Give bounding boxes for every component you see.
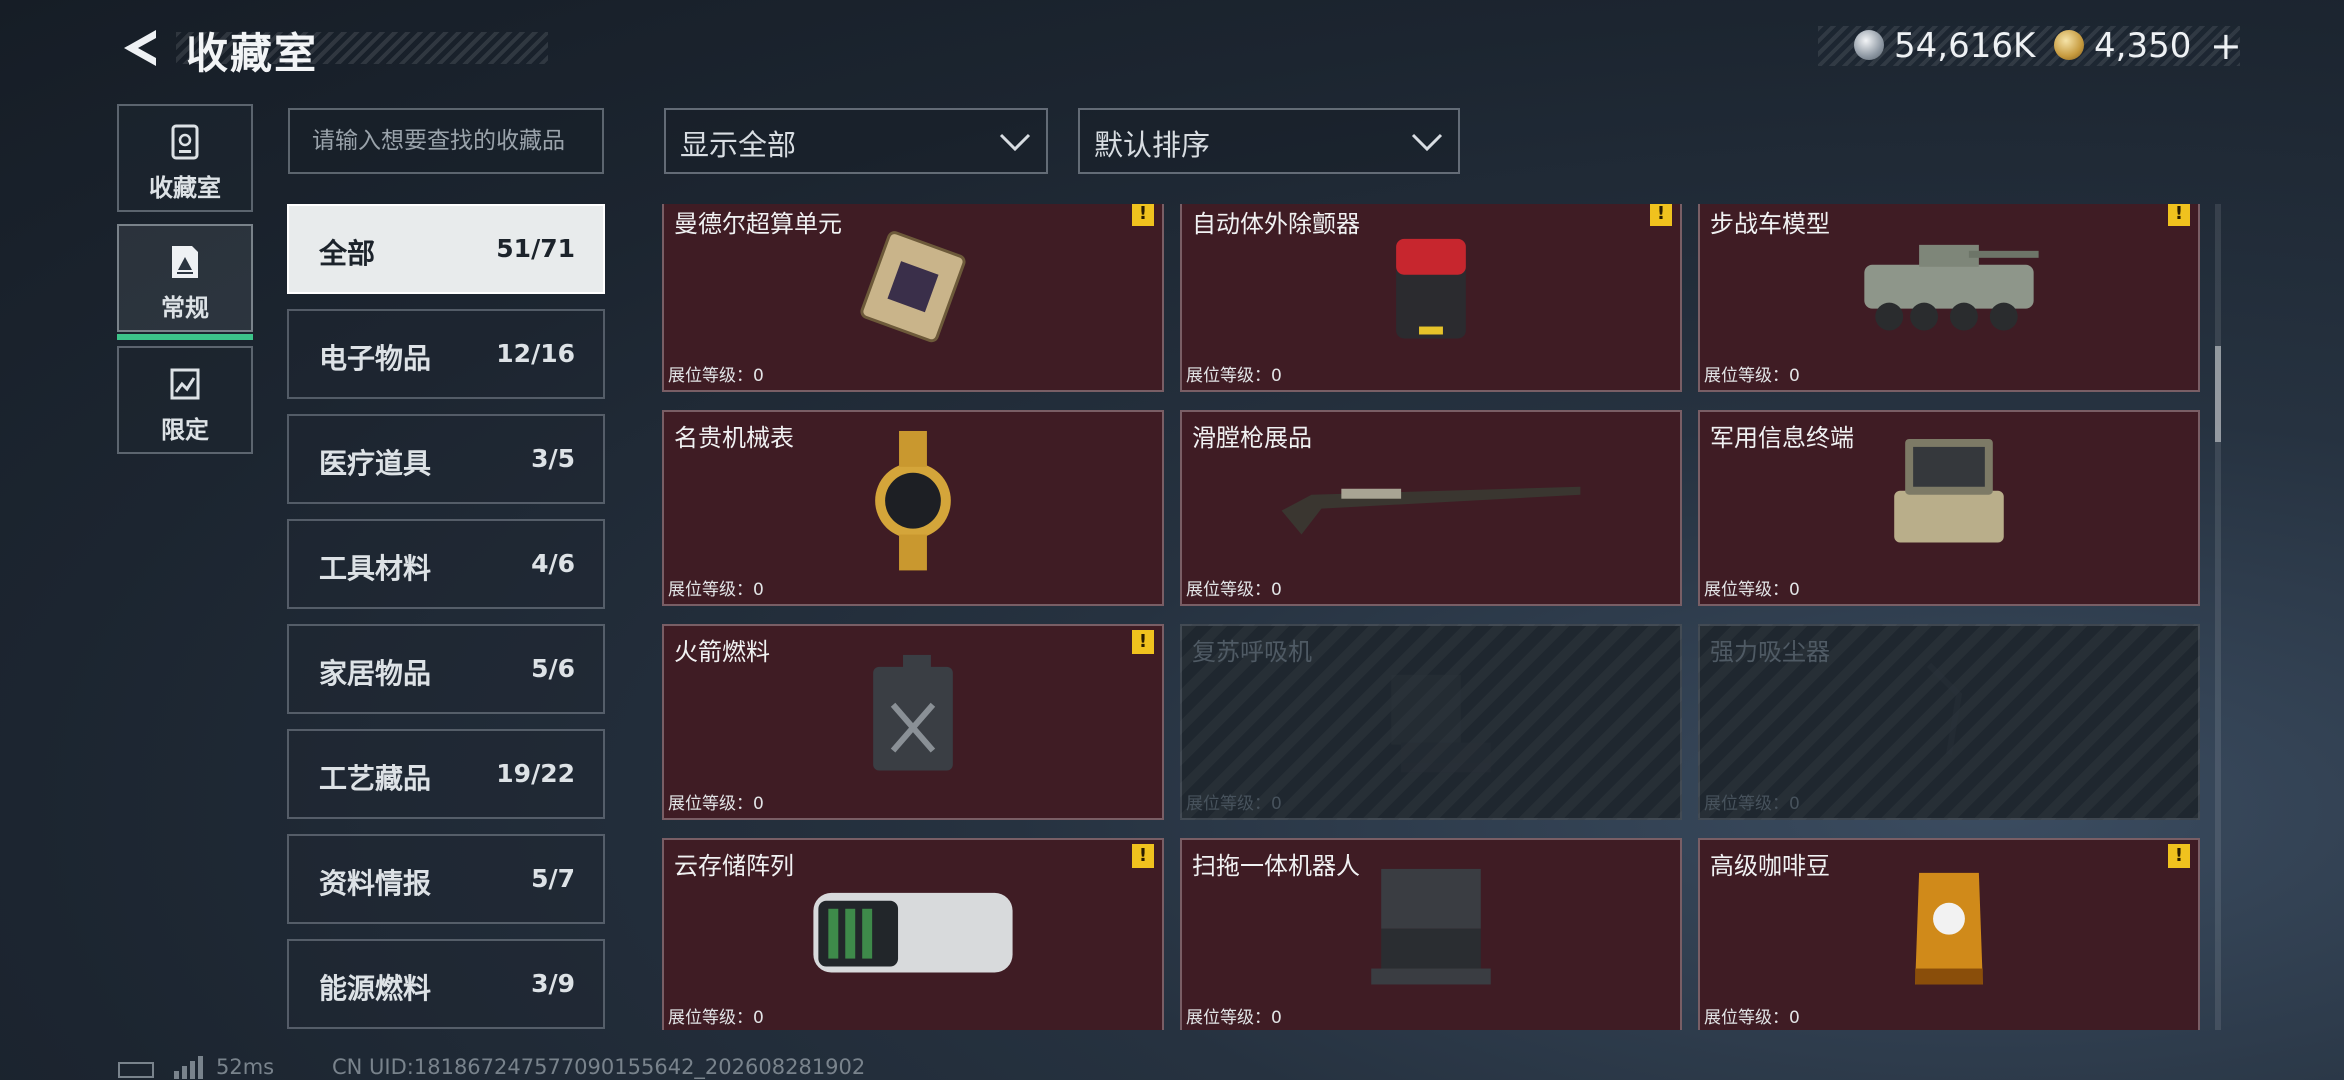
silver-coin-icon — [1854, 30, 1884, 60]
nav-label: 常规 — [161, 294, 209, 322]
warning-badge-icon: ! — [1132, 630, 1154, 654]
category-5-button[interactable]: 工艺藏品 19/22 — [287, 729, 605, 819]
page-title: 收藏室 — [186, 29, 319, 78]
display-filter-dropdown[interactable]: 显示全部 — [664, 108, 1048, 174]
warning-badge-icon: ! — [2168, 204, 2190, 226]
item-level: 展位等级：0 — [1186, 580, 1282, 600]
item-name: 步战车模型 — [1710, 210, 1830, 238]
regular-collection-icon — [172, 246, 198, 278]
category-count: 4/6 — [531, 549, 575, 578]
item-name: 复苏呼吸机 — [1192, 638, 1312, 666]
silver-currency-amount: 54,616K — [1894, 26, 2036, 66]
category-count: 51/71 — [496, 234, 575, 263]
category-7-button[interactable]: 能源燃料 3/9 — [287, 939, 605, 1029]
collection-grid: 曼德尔超算单元 展位等级：0! 自动体外除颤器 展位等级：0! 步战车模型 展位等级：0!… — [662, 204, 2206, 1030]
search-input[interactable]: 请输入想要查找的收藏品 — [288, 108, 604, 174]
collection-item-card[interactable]: 火箭燃料展位等级：0! — [662, 624, 1164, 820]
item-name: 自动体外除颤器 — [1192, 210, 1360, 238]
item-level: 展位等级：0 — [668, 366, 764, 386]
item-level: 展位等级：0 — [1704, 1008, 1800, 1028]
category-count: 3/9 — [531, 969, 575, 998]
item-level: 展位等级：0 — [1186, 794, 1282, 814]
collection-item-card[interactable]: 军用信息终端展位等级：0 — [1698, 410, 2200, 606]
warning-badge-icon: ! — [1132, 844, 1154, 868]
signal-icon — [174, 1056, 203, 1079]
category-name: 全部 — [319, 237, 376, 270]
item-level: 展位等级：0 — [1704, 366, 1800, 386]
category-4-button[interactable]: 家居物品 5/6 — [287, 624, 605, 714]
ping-readout: 52ms — [216, 1055, 275, 1079]
item-name: 高级咖啡豆 — [1710, 852, 1830, 880]
category-count: 5/7 — [531, 864, 575, 893]
collection-item-card[interactable]: 自动体外除颤器展位等级：0! — [1180, 204, 1682, 392]
add-currency-button[interactable]: + — [2210, 24, 2242, 68]
item-level: 展位等级：0 — [668, 1008, 764, 1028]
item-name: 扫拖一体机器人 — [1192, 852, 1360, 880]
category-name: 医疗道具 — [319, 447, 432, 480]
grid-scrollbar[interactable] — [2215, 204, 2221, 1030]
category-count: 19/22 — [496, 759, 575, 788]
collection-item-card[interactable]: 名贵机械表展位等级：0 — [662, 410, 1164, 606]
category-name: 工艺藏品 — [319, 762, 432, 795]
sort-value: 默认排序 — [1094, 128, 1211, 162]
collection-item-card[interactable]: 云存储阵列展位等级：0! — [662, 838, 1164, 1030]
chevron-down-icon — [1411, 133, 1443, 152]
item-name: 滑膛枪展品 — [1192, 424, 1312, 452]
category-6-button[interactable]: 资料情报 5/7 — [287, 834, 605, 924]
currency-bar: 54,616K 4,350 + — [1818, 24, 2242, 68]
chevron-down-icon — [999, 133, 1031, 152]
category-3-button[interactable]: 工具材料 4/6 — [287, 519, 605, 609]
item-level: 展位等级：0 — [668, 580, 764, 600]
item-level: 展位等级：0 — [1186, 1008, 1282, 1028]
category-count: 12/16 — [496, 339, 575, 368]
category-2-button[interactable]: 医疗道具 3/5 — [287, 414, 605, 504]
warning-badge-icon: ! — [2168, 844, 2190, 868]
vault-icon — [171, 124, 199, 160]
collection-item-card[interactable]: 复苏呼吸机展位等级：0 — [1180, 624, 1682, 820]
collection-item-card[interactable]: 强力吸尘器展位等级：0 — [1698, 624, 2200, 820]
back-arrow-icon[interactable] — [118, 26, 160, 70]
warning-badge-icon: ! — [1132, 204, 1154, 226]
item-name: 军用信息终端 — [1710, 424, 1854, 452]
item-name: 云存储阵列 — [674, 852, 794, 880]
collection-item-card[interactable]: 曼德尔超算单元展位等级：0! — [662, 204, 1164, 392]
category-name: 家居物品 — [319, 657, 432, 690]
gold-coin-icon — [2054, 30, 2084, 60]
item-level: 展位等级：0 — [1704, 794, 1800, 814]
item-name: 强力吸尘器 — [1710, 638, 1830, 666]
item-name: 火箭燃料 — [674, 638, 770, 666]
category-count: 3/5 — [531, 444, 575, 473]
category-1-button[interactable]: 电子物品 12/16 — [287, 309, 605, 399]
display-filter-value: 显示全部 — [680, 128, 797, 162]
limited-collection-icon — [170, 368, 200, 400]
category-0-button[interactable]: 全部 51/71 — [287, 204, 605, 294]
nav-label: 限定 — [161, 416, 209, 444]
nav-limited-button[interactable]: 限定 — [117, 346, 253, 454]
nav-regular-button[interactable]: 常规 — [117, 224, 253, 340]
collection-item-card[interactable]: 扫拖一体机器人展位等级：0 — [1180, 838, 1682, 1030]
category-name: 电子物品 — [319, 342, 432, 375]
nav-vault-button[interactable]: 收藏室 — [117, 104, 253, 212]
item-level: 展位等级：0 — [1186, 366, 1282, 386]
category-name: 工具材料 — [319, 552, 432, 585]
collection-item-card[interactable]: 高级咖啡豆展位等级：0! — [1698, 838, 2200, 1030]
collection-item-card[interactable]: 滑膛枪展品展位等级：0 — [1180, 410, 1682, 606]
grid-scrollbar-thumb[interactable] — [2215, 346, 2221, 442]
gold-currency-amount: 4,350 — [2094, 26, 2192, 66]
item-level: 展位等级：0 — [1704, 580, 1800, 600]
item-name: 名贵机械表 — [674, 424, 794, 452]
warning-badge-icon: ! — [1650, 204, 1672, 226]
user-uid: CN UID:181867247577090155642_20260828190… — [332, 1055, 866, 1079]
category-name: 能源燃料 — [319, 972, 432, 1005]
category-count: 5/6 — [531, 654, 575, 683]
item-level: 展位等级：0 — [668, 794, 764, 814]
item-name: 曼德尔超算单元 — [674, 210, 842, 238]
battery-icon — [118, 1062, 154, 1078]
nav-label: 收藏室 — [149, 174, 221, 202]
category-name: 资料情报 — [319, 867, 432, 900]
sort-dropdown[interactable]: 默认排序 — [1078, 108, 1460, 174]
collection-item-card[interactable]: 步战车模型展位等级：0! — [1698, 204, 2200, 392]
